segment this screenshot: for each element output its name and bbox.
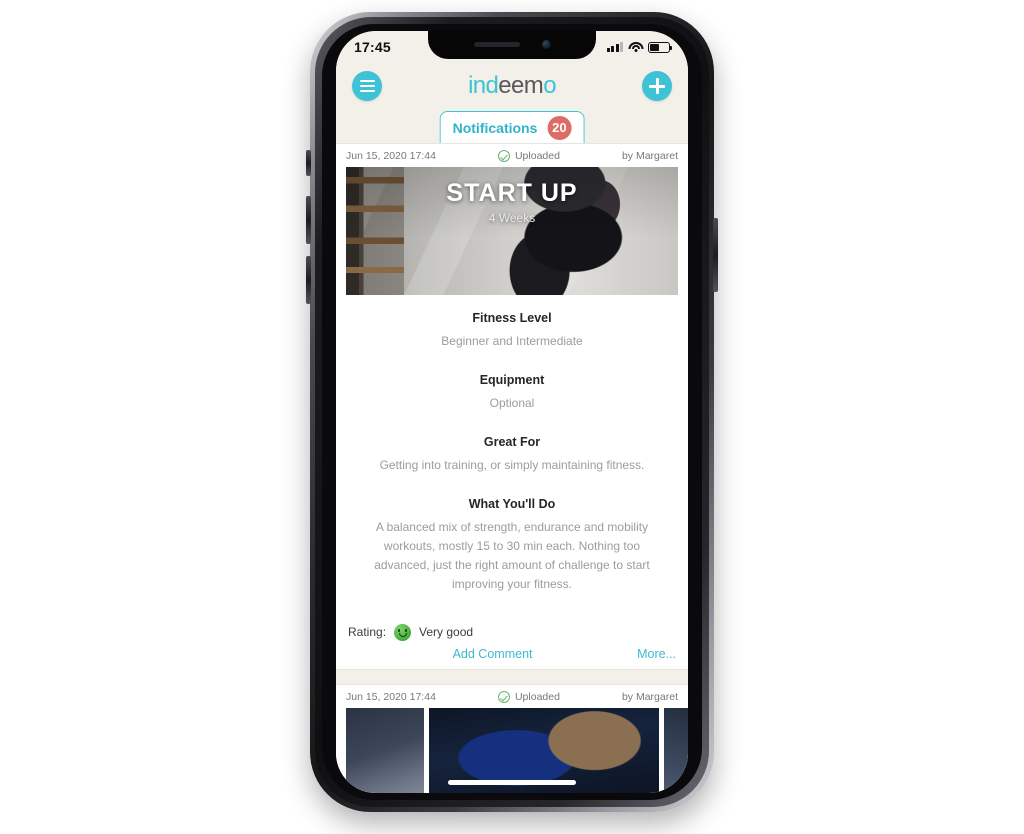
battery-icon: [648, 41, 672, 53]
section-body: Getting into training, or simply maintai…: [379, 457, 645, 472]
add-comment-link[interactable]: Add Comment: [453, 647, 533, 661]
front-camera-icon: [541, 39, 551, 49]
more-link[interactable]: More...: [637, 647, 676, 661]
green-smiley-icon: [394, 623, 412, 641]
plus-icon[interactable]: [642, 71, 672, 101]
cellular-bars-icon: [606, 42, 623, 52]
logo-part-2: eem: [498, 72, 544, 99]
status-bar-indicators: [606, 41, 672, 53]
feed-post: Jun 15, 2020 17:44 Uploaded by Margaret …: [336, 143, 688, 670]
silent-switch[interactable]: [306, 150, 311, 176]
post-body: Fitness Level Beginner and Intermediate …: [336, 295, 688, 620]
home-indicator[interactable]: [448, 780, 576, 785]
post-banner-image[interactable]: START UP 4 Weeks: [346, 167, 678, 295]
app-logo: indeemo: [468, 72, 556, 100]
post-status-label: Uploaded: [514, 690, 560, 703]
post-divider: [336, 669, 688, 684]
banner-subtitle: 4 Weeks: [488, 211, 536, 225]
logo-part-3: o: [543, 72, 556, 99]
rating-label: Rating:: [348, 625, 387, 640]
tab-notifications[interactable]: Notifications 20: [439, 111, 585, 143]
screenshot-stage: 17:45 indeemo Notifications 20 Jun 15, 2…: [0, 0, 1024, 834]
post-actions: Add Comment More...: [336, 641, 688, 670]
notifications-badge: 20: [547, 115, 572, 140]
post-meta: Jun 15, 2020 17:44 Uploaded by Margaret: [336, 143, 688, 167]
post-author: by Margaret: [621, 150, 678, 162]
phone-screen: 17:45 indeemo Notifications 20 Jun 15, 2…: [336, 31, 688, 793]
section-heading: Fitness Level: [472, 311, 552, 325]
power-button[interactable]: [713, 218, 718, 292]
section-body: A balanced mix of strength, endurance an…: [374, 519, 650, 591]
volume-down-button[interactable]: [306, 256, 311, 304]
post-status: Uploaded: [497, 690, 560, 703]
app-header: indeemo: [336, 61, 688, 111]
post-date: Jun 15, 2020 17:44: [346, 690, 436, 703]
wifi-icon: [628, 41, 643, 53]
post-status-label: Uploaded: [514, 150, 560, 162]
logo-part-1: ind: [468, 72, 499, 99]
banner-title: START UP: [446, 179, 578, 207]
section-heading: What You'll Do: [468, 496, 556, 511]
section-what-youll-do: What You'll Do A balanced mix of strengt…: [358, 497, 666, 594]
volume-up-button[interactable]: [306, 196, 311, 244]
section-heading: Equipment: [479, 372, 545, 387]
check-circle-icon: [497, 690, 510, 703]
post-meta: Jun 15, 2020 17:44 Uploaded by Margaret: [336, 683, 688, 708]
post-author: by Margaret: [621, 690, 678, 703]
feed-post: Jun 15, 2020 17:44 Uploaded by Margaret: [336, 683, 688, 793]
speaker-grille-icon: [473, 41, 520, 47]
carousel-thumbnail[interactable]: [346, 707, 424, 793]
tab-bar: Notifications 20: [336, 111, 688, 143]
section-body: Optional: [489, 395, 535, 410]
tab-notifications-label: Notifications: [452, 119, 538, 136]
rating-value: Very good: [419, 625, 474, 640]
section-body: Beginner and Intermediate: [441, 334, 583, 348]
section-equipment: Equipment Optional: [358, 373, 666, 413]
status-bar-time: 17:45: [354, 39, 391, 55]
section-fitness-level: Fitness Level Beginner and Intermediate: [358, 311, 666, 351]
feed[interactable]: Jun 15, 2020 17:44 Uploaded by Margaret …: [336, 143, 688, 793]
post-rating: Rating: Very good: [336, 620, 688, 641]
post-date: Jun 15, 2020 17:44: [346, 150, 436, 162]
notch: [428, 31, 596, 59]
post-status: Uploaded: [497, 150, 560, 162]
hamburger-menu-icon[interactable]: [352, 71, 382, 101]
check-circle-icon: [497, 150, 510, 162]
section-heading: Great For: [483, 434, 541, 449]
section-great-for: Great For Getting into training, or simp…: [358, 435, 666, 475]
